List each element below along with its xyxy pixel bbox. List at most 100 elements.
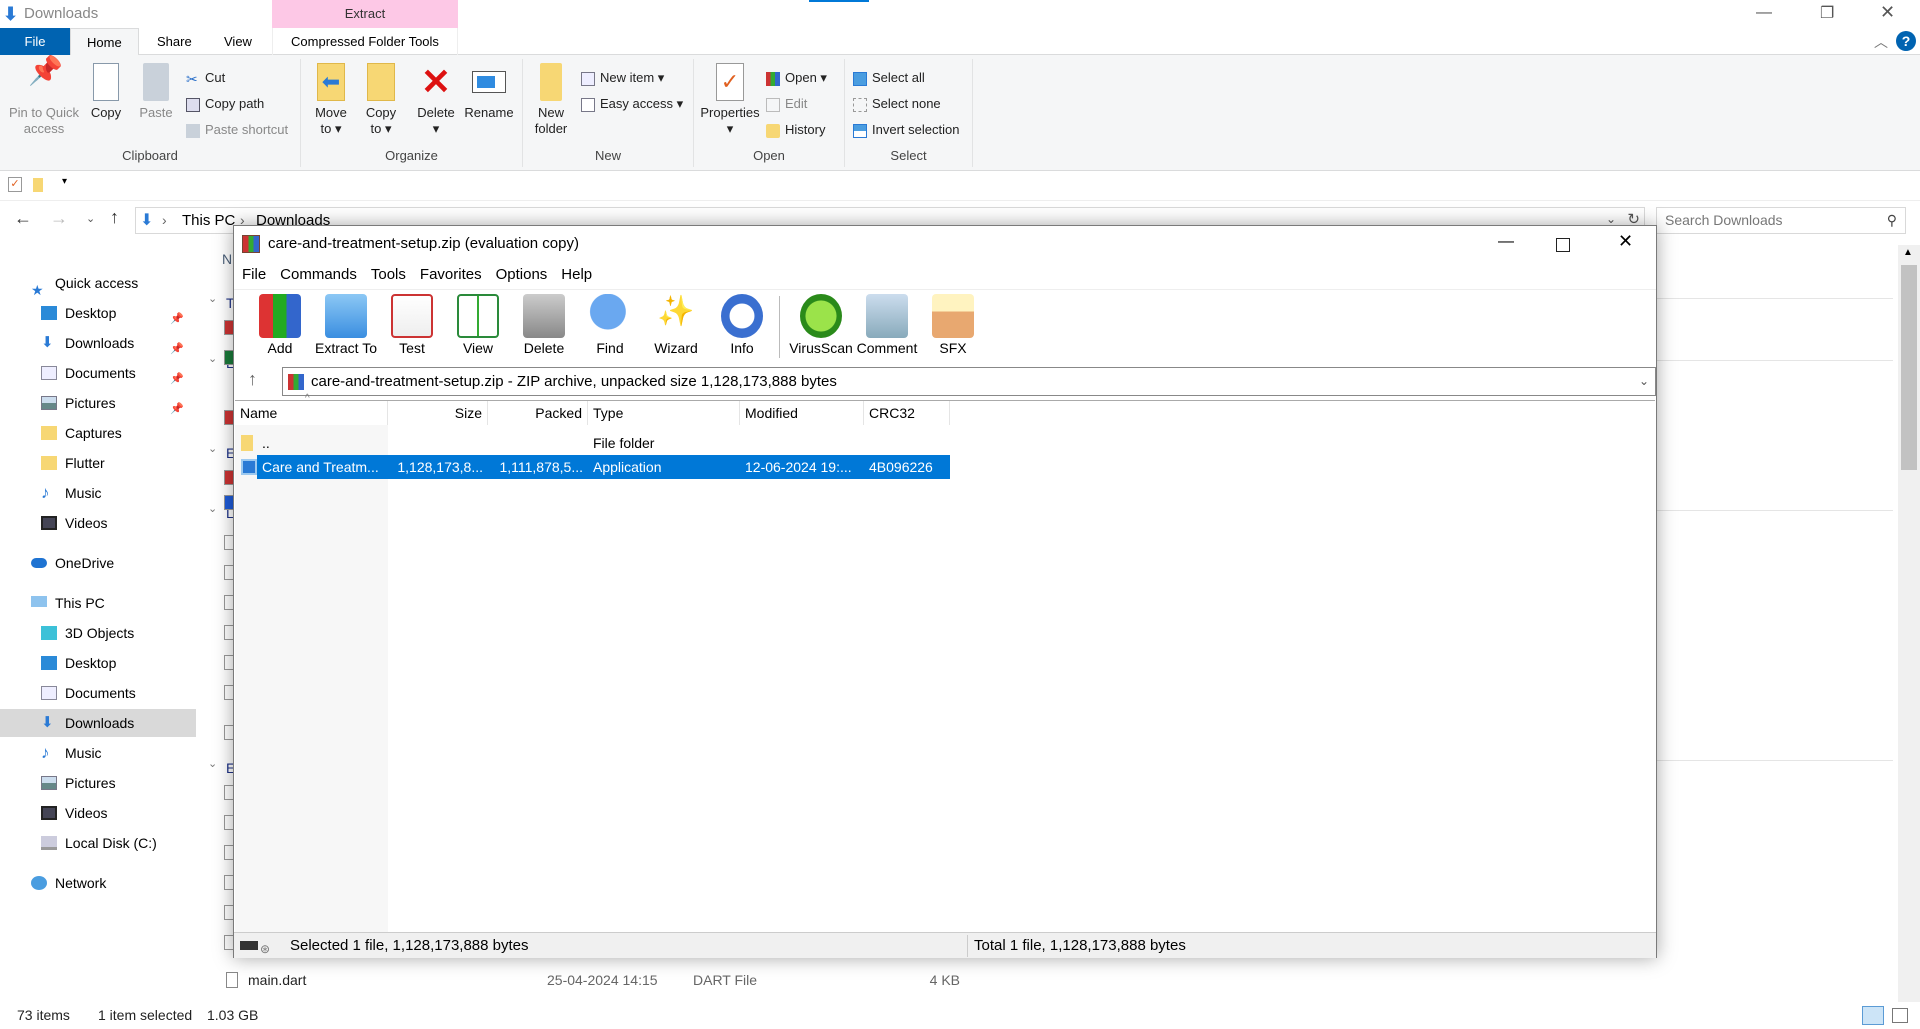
nav-quick-access[interactable]: ★ Quick access	[0, 269, 196, 298]
customize-qat-icon[interactable]: ▾	[62, 176, 67, 187]
help-icon[interactable]: ?	[1896, 31, 1916, 51]
nav-quick-documents[interactable]: Documents 📌	[0, 359, 196, 387]
toolbar-test-button[interactable]: Test	[380, 294, 444, 356]
nav-pc-documents[interactable]: Documents	[0, 679, 196, 707]
minimize-button[interactable]: —	[1756, 4, 1772, 22]
archive-row[interactable]: .. File folder	[235, 431, 950, 455]
tab-file[interactable]: File	[0, 28, 70, 55]
back-button[interactable]: ←	[14, 208, 32, 229]
new-folder-icon[interactable]	[33, 178, 43, 192]
column-header-type[interactable]: Type	[588, 401, 740, 425]
column-header-name[interactable]: N	[222, 251, 232, 267]
nav-network[interactable]: Network	[0, 869, 196, 897]
menu-favorites[interactable]: Favorites	[420, 266, 482, 283]
search-input[interactable]: Search Downloads ⚲	[1656, 207, 1906, 234]
nav-pc-music[interactable]: ♪ Music	[0, 739, 196, 767]
nav-pc-pictures[interactable]: Pictures	[0, 769, 196, 797]
paste-button[interactable]: Paste	[134, 63, 178, 121]
open-button[interactable]: Open ▾	[766, 67, 827, 89]
toolbar-add-button[interactable]: Add	[248, 294, 312, 356]
column-header-name[interactable]: Name	[235, 401, 388, 425]
nav-quick-captures[interactable]: Captures	[0, 419, 196, 447]
winrar-close-button[interactable]: ✕	[1618, 231, 1633, 252]
copy-to-button[interactable]: Copy to ▾	[359, 63, 403, 137]
file-row[interactable]: main.dart 25-04-2024 14:15 DART File 4 K…	[196, 967, 1196, 993]
nav-quick-pictures[interactable]: Pictures 📌	[0, 389, 196, 417]
nav-pc-3d-objects[interactable]: 3D Objects	[0, 619, 196, 647]
nav-pc-desktop[interactable]: Desktop	[0, 649, 196, 677]
scroll-thumb[interactable]	[1901, 265, 1917, 470]
nav-quick-downloads[interactable]: ⬇ Downloads 📌	[0, 329, 196, 357]
nav-quick-flutter[interactable]: Flutter	[0, 449, 196, 477]
details-view-button[interactable]	[1862, 1006, 1884, 1025]
nav-quick-desktop[interactable]: Desktop 📌	[0, 299, 196, 327]
recent-locations-button[interactable]: ⌄	[86, 212, 95, 225]
group-collapse-icon[interactable]: ⌄	[208, 502, 217, 515]
select-all-button[interactable]: Select all	[853, 67, 925, 89]
edit-button[interactable]: Edit	[766, 93, 807, 115]
move-to-button[interactable]: ⬅ Move to ▾	[309, 63, 353, 137]
toolbar-find-button[interactable]: Find	[578, 294, 642, 356]
winrar-maximize-button[interactable]	[1556, 238, 1570, 252]
toolbar-view-button[interactable]: View	[446, 294, 510, 356]
nav-onedrive[interactable]: OneDrive	[0, 549, 196, 577]
toolbar-info-button[interactable]: Info	[710, 294, 774, 356]
menu-help[interactable]: Help	[561, 266, 592, 283]
column-header-packed[interactable]: Packed	[488, 401, 588, 425]
menu-commands[interactable]: Commands	[280, 266, 357, 283]
group-collapse-icon[interactable]: ⌄	[208, 757, 217, 770]
toolbar-wizard-button[interactable]: ✨ Wizard	[644, 294, 708, 356]
group-collapse-icon[interactable]: ⌄	[208, 292, 217, 305]
nav-this-pc[interactable]: This PC	[0, 589, 196, 617]
copy-button[interactable]: Copy	[86, 63, 126, 121]
winrar-minimize-button[interactable]: —	[1498, 233, 1514, 251]
properties-check-icon[interactable]: ✓	[8, 177, 22, 192]
paste-shortcut-button[interactable]: Paste shortcut	[186, 119, 288, 141]
menu-options[interactable]: Options	[496, 266, 548, 283]
path-dropdown-icon[interactable]: ⌄	[1639, 368, 1649, 395]
easy-access-button[interactable]: Easy access ▾	[581, 93, 683, 115]
tab-compressed-folder-tools[interactable]: Compressed Folder Tools	[272, 28, 458, 55]
large-icons-view-button[interactable]	[1892, 1008, 1908, 1023]
history-button[interactable]: History	[766, 119, 825, 141]
winrar-path-bar[interactable]: care-and-treatment-setup.zip - ZIP archi…	[282, 367, 1656, 396]
restore-button[interactable]: ❐	[1820, 3, 1834, 23]
toolbar-comment-button[interactable]: Comment	[855, 294, 919, 356]
toolbar-sfx-button[interactable]: SFX	[921, 294, 985, 356]
column-header-size[interactable]: Size	[388, 401, 488, 425]
collapse-ribbon-icon[interactable]: ︿	[1874, 32, 1888, 52]
nav-quick-videos[interactable]: Videos	[0, 509, 196, 537]
explorer-scrollbar[interactable]: ▲	[1898, 245, 1920, 1002]
rename-button[interactable]: Rename	[463, 63, 515, 121]
delete-button[interactable]: ✕ Delete ▾	[415, 63, 457, 137]
column-header-crc32[interactable]: CRC32	[864, 401, 950, 425]
breadcrumb-this-pc[interactable]: This PC	[182, 212, 235, 229]
invert-selection-button[interactable]: Invert selection	[853, 119, 959, 141]
nav-pc-videos[interactable]: Videos	[0, 799, 196, 827]
column-header-modified[interactable]: Modified	[740, 401, 864, 425]
group-collapse-icon[interactable]: ⌄	[208, 352, 217, 365]
nav-pc-downloads[interactable]: ⬇ Downloads	[0, 709, 196, 737]
close-button[interactable]: ✕	[1880, 2, 1895, 23]
address-dropdown-icon[interactable]: ⌄	[1606, 212, 1616, 226]
winrar-up-button[interactable]: ↑	[248, 369, 257, 390]
nav-quick-music[interactable]: ♪ Music	[0, 479, 196, 507]
tab-view[interactable]: View	[208, 28, 268, 55]
toolbar-extract-to-button[interactable]: Extract To	[314, 294, 378, 356]
new-item-button[interactable]: New item ▾	[581, 67, 664, 89]
properties-button[interactable]: ✓ Properties ▾	[698, 63, 762, 137]
nav-pc-local-disk-c[interactable]: Local Disk (C:)	[0, 829, 196, 857]
cut-button[interactable]: ✂ Cut	[186, 67, 225, 89]
toolbar-delete-button[interactable]: Delete	[512, 294, 576, 356]
tab-home[interactable]: Home	[70, 28, 139, 56]
tab-share[interactable]: Share	[141, 28, 208, 55]
scroll-up-icon[interactable]: ▲	[1903, 247, 1913, 258]
select-none-button[interactable]: Select none	[853, 93, 941, 115]
archive-row[interactable]: Care and Treatm... 1,128,173,8... 1,111,87…	[235, 455, 950, 479]
up-button[interactable]: ↑	[110, 207, 119, 228]
pin-quick-access-button[interactable]: 📌 Pin to Quick access	[6, 57, 82, 137]
forward-button[interactable]: →	[50, 208, 68, 229]
group-collapse-icon[interactable]: ⌄	[208, 442, 217, 455]
copy-path-button[interactable]: Copy path	[186, 93, 264, 115]
menu-file[interactable]: File	[242, 266, 266, 283]
